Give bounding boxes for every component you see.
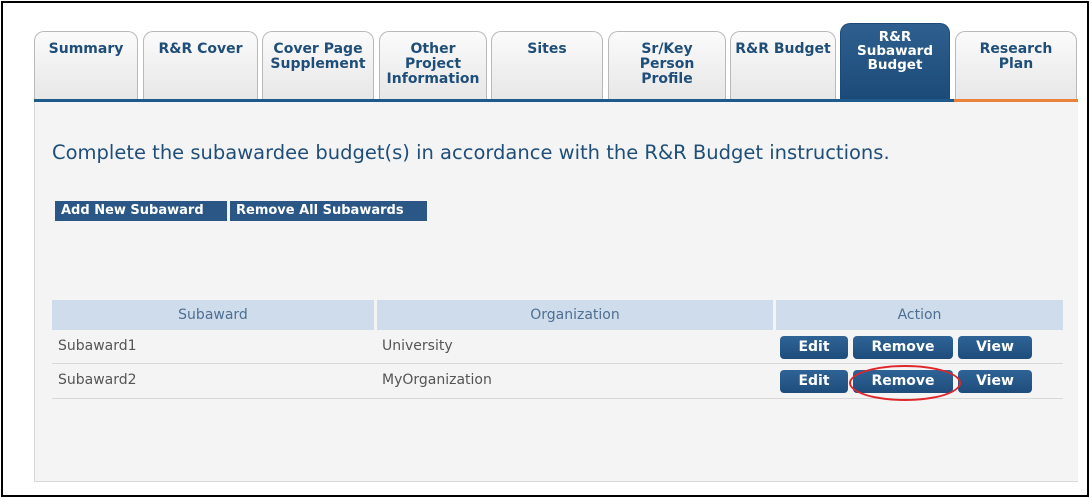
remove-button[interactable]: Remove [853,336,953,359]
column-header-subaward: Subaward [52,300,374,330]
subaward-name: Subaward1 [58,338,137,354]
add-new-subaward-button[interactable]: Add New Subaward [55,201,227,221]
row-divider [52,398,1063,399]
tab-research-plan[interactable]: Research Plan [955,31,1077,102]
tab-other-project-information[interactable]: Other Project Information [379,31,487,102]
subaward-name: Subaward2 [58,372,137,388]
tab-rr-cover[interactable]: R&R Cover [143,31,258,102]
tab-summary[interactable]: Summary [34,31,138,102]
organization-name: University [382,338,453,354]
remove-all-subawards-button[interactable]: Remove All Subawards [230,201,427,221]
view-button[interactable]: View [958,370,1032,393]
edit-button[interactable]: Edit [780,336,848,359]
edit-button[interactable]: Edit [780,370,848,393]
tab-rr-subaward-budget[interactable]: R&R Subaward Budget [840,23,950,102]
column-header-action: Action [776,300,1063,330]
instruction-text: Complete the subawardee budget(s) in acc… [52,141,890,164]
row-divider [52,363,1063,364]
view-button[interactable]: View [958,336,1032,359]
remove-button[interactable]: Remove [853,370,953,393]
tab-sites[interactable]: Sites [491,31,603,102]
tab-cover-page-supplement[interactable]: Cover Page Supplement [262,31,374,102]
column-header-organization: Organization [377,300,773,330]
organization-name: MyOrganization [382,372,492,388]
tab-rr-budget[interactable]: R&R Budget [730,31,836,102]
tab-sr-key-person-profile[interactable]: Sr/Key Person Profile [608,31,726,102]
